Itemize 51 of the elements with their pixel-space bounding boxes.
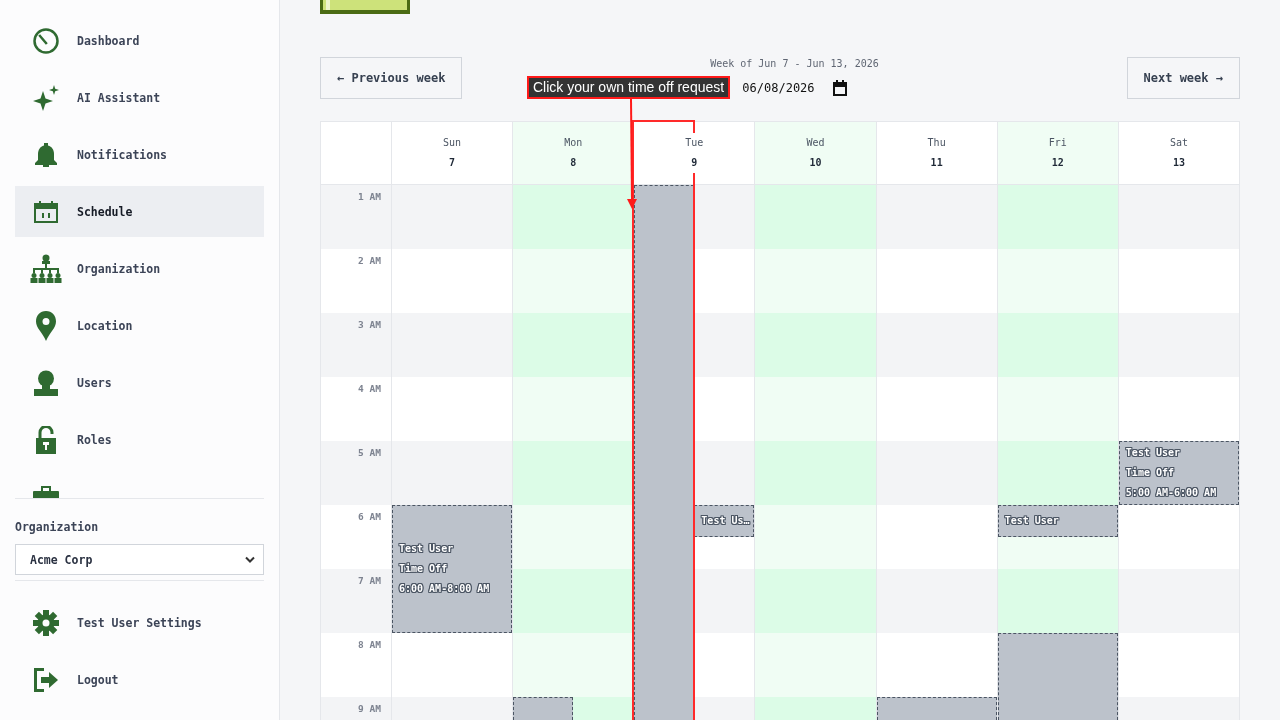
event-title: Test User xyxy=(1125,446,1181,460)
hour-label: 4 AM xyxy=(358,383,381,395)
event-title: Test User xyxy=(399,542,454,556)
padlock-icon xyxy=(35,425,57,454)
hour-label: 7 AM xyxy=(358,575,381,587)
day-name: Tue xyxy=(684,133,705,153)
logo-icon xyxy=(320,0,410,14)
sidebar-item[interactable]: Users xyxy=(15,357,264,408)
hour-label: 5 AM xyxy=(358,447,381,459)
org-chart-icon xyxy=(30,253,62,284)
hour-label: 9 AM xyxy=(358,703,381,715)
event-block[interactable] xyxy=(876,697,997,720)
sidebar-item[interactable]: Schedule xyxy=(15,186,264,237)
sparkle-icon xyxy=(33,84,59,111)
organization-select[interactable]: Acme Corp xyxy=(15,544,264,575)
sidebar-item[interactable]: Test User Settings xyxy=(15,597,264,648)
hour-label: 8 AM xyxy=(358,639,381,651)
event-time: 6:00 AM-8:00 AM xyxy=(399,582,490,596)
tooltip: Click your own time off request xyxy=(527,76,731,99)
event-title: Test User xyxy=(1004,514,1059,528)
sidebar-item[interactable]: Notifications xyxy=(15,129,264,180)
sidebar-item[interactable]: Dashboard xyxy=(15,15,264,66)
map-pin-icon xyxy=(35,310,57,341)
sidebar-item[interactable]: Logout xyxy=(15,654,264,705)
sidebar-item[interactable]: AI Assistant xyxy=(15,72,264,123)
field-label: Organization xyxy=(15,520,99,534)
gauge-icon xyxy=(33,27,59,54)
logout-icon xyxy=(33,667,59,692)
week-title: Week of Jun 7 - Jun 13, 2026 xyxy=(710,57,879,71)
sidebar-item[interactable]: Roles xyxy=(15,414,264,465)
user-icon xyxy=(33,369,59,396)
event-title: Test Us… xyxy=(701,514,750,528)
hour-label: 2 AM xyxy=(358,255,381,267)
event-block[interactable] xyxy=(513,697,574,720)
hour-label: 3 AM xyxy=(358,319,381,331)
hour-label: 1 AM xyxy=(358,191,381,203)
event-time: 5:00 AM-6:00 AM xyxy=(1125,486,1217,500)
event-type: Time Off xyxy=(1125,466,1174,480)
sidebar-item[interactable]: Organization xyxy=(15,243,264,294)
sidebar-item[interactable]: Location xyxy=(15,300,264,351)
settings-icon xyxy=(33,609,59,636)
day-date: 9 xyxy=(690,153,699,173)
next-week-button[interactable]: Next week → xyxy=(1126,57,1240,99)
previous-week-button[interactable]: ← Previous week xyxy=(320,57,463,99)
hour-label: 6 AM xyxy=(358,511,381,523)
event-type: Time Off xyxy=(399,562,448,576)
bell-icon xyxy=(34,142,58,167)
chevron-down-icon xyxy=(245,556,255,563)
calendar-icon xyxy=(832,80,847,96)
calendar-icon xyxy=(34,200,58,223)
date-input[interactable]: 06/08/2026 xyxy=(740,78,849,98)
